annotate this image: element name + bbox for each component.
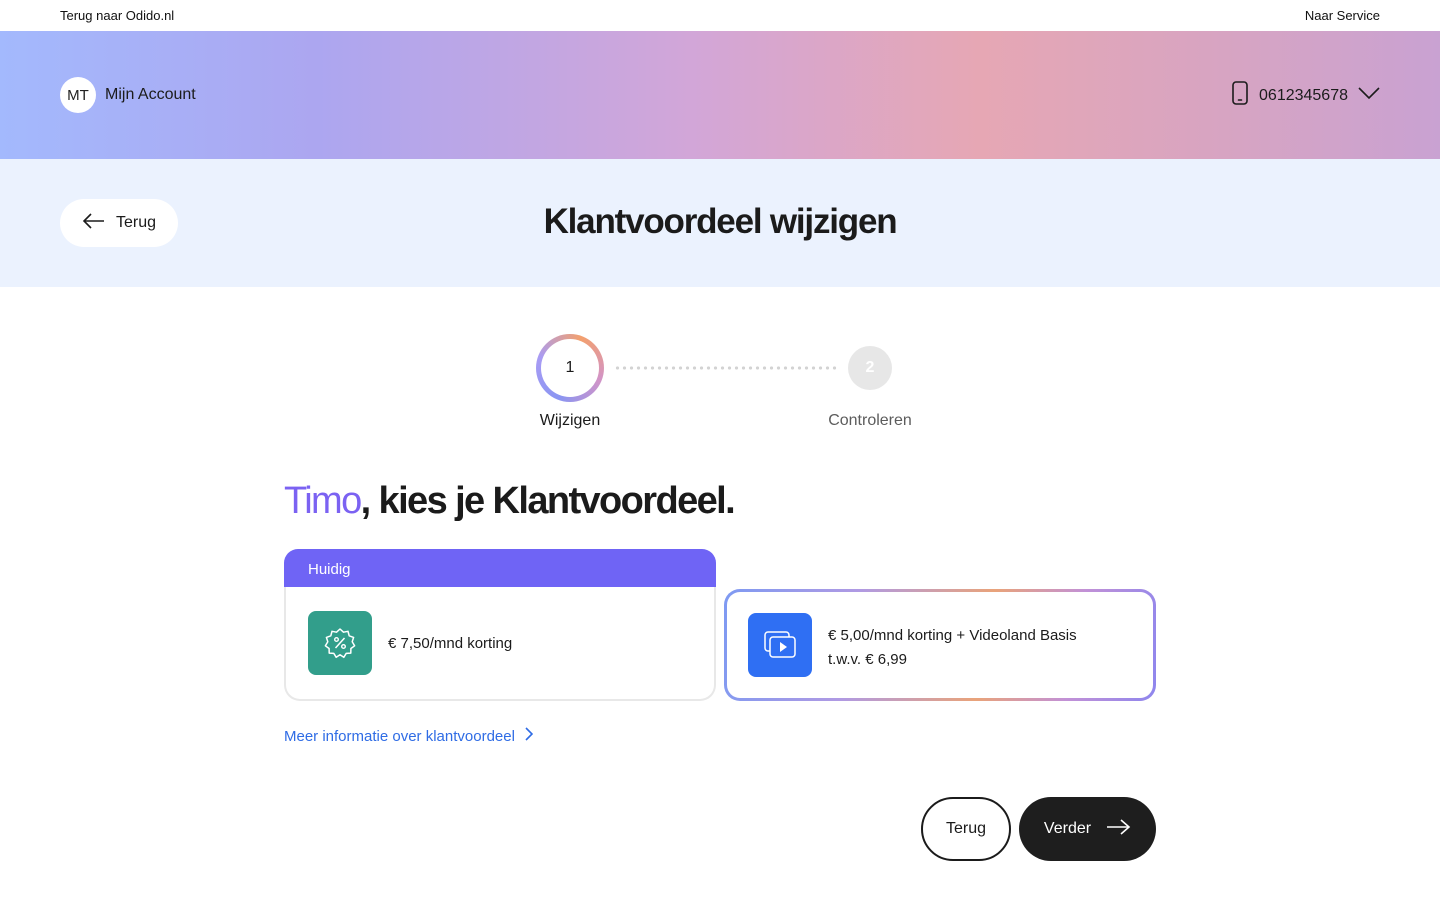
top-utility-bar: Terug naar Odido.nl Naar Service: [0, 0, 1440, 31]
option-description: € 5,00/mnd korting + Videoland Basis t.w…: [828, 624, 1077, 672]
page-title: Klantvoordeel wijzigen: [543, 202, 898, 241]
current-benefit-card: Huidig € 7,50/mnd korting: [284, 549, 716, 701]
customer-name: Timo: [284, 480, 362, 522]
avatar: MT: [60, 77, 96, 113]
current-benefit-text: € 7,50/mnd korting: [388, 635, 513, 652]
step-2-label: Controleren: [828, 412, 912, 429]
account-label: Mijn Account: [105, 86, 196, 103]
chevron-down-icon: [1358, 86, 1380, 105]
benefit-option-body: € 5,00/mnd korting + Videoland Basis t.w…: [727, 592, 1153, 698]
heading-text: , kies je Klantvoordeel.: [360, 480, 736, 522]
more-info-label: Meer informatie over klantvoordeel: [284, 727, 515, 745]
page-title-bar: Terug Klantvoordeel wijzigen: [0, 159, 1440, 287]
account-menu[interactable]: MT Mijn Account: [60, 77, 196, 113]
current-benefit-body: € 7,50/mnd korting: [284, 587, 716, 701]
chevron-right-icon: [525, 727, 534, 745]
header-banner: MT Mijn Account 0612345678: [0, 31, 1440, 159]
next-button-label: Verder: [1043, 820, 1092, 837]
step-1-number: 1: [541, 339, 599, 397]
video-play-icon: [748, 613, 812, 677]
discount-badge-icon: [308, 611, 372, 675]
to-service-link[interactable]: Naar Service: [1305, 8, 1380, 23]
section-heading: Timo, kies je Klantvoordeel.: [284, 480, 736, 523]
option-line-2: t.w.v. € 6,99: [828, 651, 907, 668]
mobile-phone-icon: [1231, 81, 1249, 110]
current-badge: Huidig: [284, 549, 716, 589]
more-info-link[interactable]: Meer informatie over klantvoordeel: [284, 727, 534, 745]
step-1-label: Wijzigen: [539, 412, 601, 429]
step-2-indicator: 2: [848, 346, 892, 390]
next-button[interactable]: Verder: [1019, 797, 1156, 861]
progress-stepper: 1 2 Wijzigen Controleren: [520, 334, 940, 434]
phone-number-selector[interactable]: 0612345678: [1231, 81, 1380, 110]
option-line-1: € 5,00/mnd korting + Videoland Basis: [828, 627, 1077, 644]
benefit-option-card[interactable]: € 5,00/mnd korting + Videoland Basis t.w…: [724, 589, 1156, 701]
back-to-odido-link[interactable]: Terug naar Odido.nl: [60, 8, 174, 23]
phone-number: 0612345678: [1259, 86, 1348, 104]
footer-back-button[interactable]: Terug: [921, 797, 1011, 861]
arrow-right-icon: [1105, 818, 1131, 841]
step-1-indicator: 1: [536, 334, 604, 402]
step-connector: [614, 366, 840, 370]
